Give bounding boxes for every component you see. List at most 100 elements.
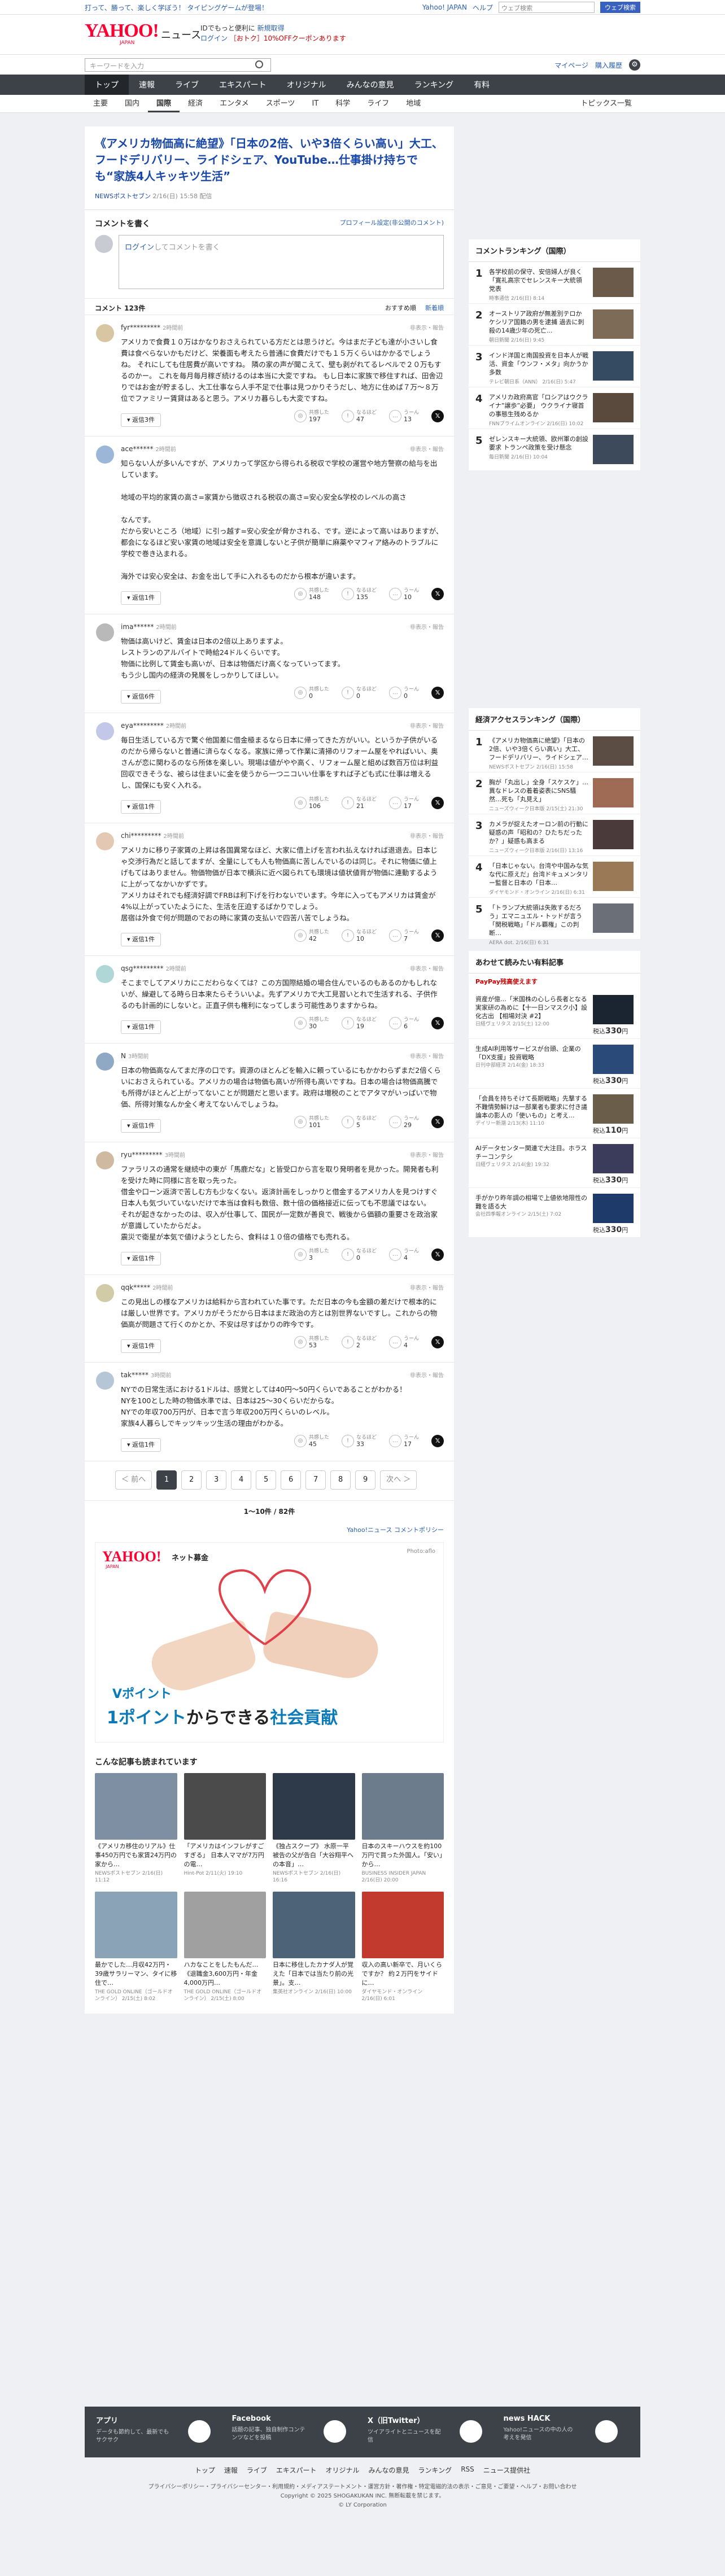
x-share-icon[interactable]: 𝕏 — [431, 588, 444, 600]
footer-social-item[interactable]: アプリ データも節約して、最新でもサクサク Y! — [96, 2415, 222, 2450]
news-search-input[interactable]: キーワードを入力 — [85, 58, 271, 72]
tab-live[interactable]: ライブ — [165, 75, 209, 95]
reaction-button[interactable]: ◎ 共感した 3 — [294, 1248, 329, 1261]
related-title[interactable]: 最かでした…月収42万円・39歳サラリーマン、タイに移住で… — [95, 1961, 177, 1988]
footer-link[interactable]: みんなの意見 — [369, 2465, 409, 2475]
access-item[interactable]: 2 胸が「丸出し」全身「スケスケ」…異なドレスの着着姿表にSNS騒然…死も「丸見え… — [469, 772, 640, 814]
reaction-button[interactable]: ◎ 共感した 148 — [294, 588, 329, 600]
reaction-button[interactable]: … うーん 17 — [388, 797, 419, 809]
report-link[interactable]: 非表示・報告 — [410, 444, 444, 453]
tab-paid[interactable]: 有料 — [464, 75, 500, 95]
tab-ranking[interactable]: ランキング — [404, 75, 464, 95]
paid-title[interactable]: 生成AI利用等サービスが台頭、企業の「DX支援」投資戦略 — [475, 1045, 587, 1062]
reaction-button[interactable]: ◎ 共感した 106 — [294, 797, 329, 809]
comment-user[interactable]: ace****** — [121, 445, 153, 453]
search-icon[interactable] — [255, 60, 263, 68]
x-share-icon[interactable]: 𝕏 — [431, 929, 444, 942]
login-link[interactable]: ログイン — [200, 34, 228, 42]
x-share-icon[interactable]: 𝕏 — [431, 1017, 444, 1029]
reaction-button[interactable]: ◎ 共感した 42 — [294, 929, 329, 942]
tab-top[interactable]: トップ — [85, 75, 129, 95]
rank-title[interactable]: ゼレンスキー大統領、欧州軍の創設要求 トランペ政策を受け懸念 — [489, 435, 588, 452]
comment-user[interactable]: fyr********* — [121, 324, 160, 331]
footer-link[interactable]: ランキング — [418, 2465, 452, 2475]
page-button[interactable]: 2 — [181, 1470, 202, 1490]
footer-link[interactable]: トップ — [195, 2465, 215, 2475]
report-link[interactable]: 非表示・報告 — [410, 1150, 444, 1159]
reply-button[interactable]: ▾ 返信1件 — [121, 800, 161, 814]
topics-list-link[interactable]: トピックス一覧 — [572, 95, 640, 113]
help-link[interactable]: ヘルプ — [473, 3, 493, 12]
reply-button[interactable]: ▾ 返信1件 — [121, 1339, 161, 1353]
rank-title[interactable]: 各学校前の保守、安倍婦人が良く「寛礼高宗でセレンスキー大統領 党表 — [489, 268, 588, 293]
footer-link[interactable]: RSS — [461, 2465, 474, 2475]
reply-button[interactable]: ▾ 返信1件 — [121, 1020, 161, 1034]
report-link[interactable]: 非表示・報告 — [410, 964, 444, 972]
comment-user[interactable]: eya********* — [121, 722, 164, 730]
related-card[interactable]: 「アメリカはインフレがすごすぎる」 日本人ママが7万円の電… Hint-Pot 2… — [184, 1773, 266, 1884]
reaction-button[interactable]: … うーん 7 — [388, 929, 419, 942]
reaction-button[interactable]: … うーん 10 — [388, 588, 419, 600]
tab-original[interactable]: オリジナル — [277, 75, 337, 95]
x-share-icon[interactable]: 𝕏 — [431, 797, 444, 809]
comment-user[interactable]: chi********* — [121, 832, 161, 840]
page-button[interactable]: 1 — [156, 1470, 177, 1490]
paid-title[interactable]: 「会員を持ちそけて長期戦略」先撃する不難情勢解けは一部業者も要求に付き議論本の影… — [475, 1094, 587, 1120]
reaction-button[interactable]: ! なるほど 21 — [341, 797, 377, 809]
reply-button[interactable]: ▾ 返信1件 — [121, 1438, 161, 1452]
reaction-button[interactable]: … うーん 13 — [388, 410, 419, 422]
reaction-button[interactable]: … うーん 0 — [388, 687, 419, 699]
article-source[interactable]: NEWSポストセブン — [95, 193, 151, 200]
x-share-icon[interactable]: 𝕏 — [431, 1116, 444, 1128]
x-share-icon[interactable]: 𝕏 — [431, 687, 444, 699]
prev-page-button[interactable]: ＜ 前へ — [115, 1470, 152, 1490]
related-card[interactable]: ハカなことをしたもんだ…《退職金3,600万円・年金4,000万円… THE GO… — [184, 1892, 266, 2002]
reaction-button[interactable]: … うーん 6 — [388, 1017, 419, 1029]
rank-title[interactable]: 「日本じゃない。台湾や中国みな気な代に原えだ」台湾ドキュメンタリー監督と日本の「… — [489, 862, 588, 887]
related-card[interactable]: 日本に移住したカナダ人が覚えた「日本では当たり前の光景」。支… 集英社オンライン … — [273, 1892, 355, 2002]
report-link[interactable]: 非表示・報告 — [410, 323, 444, 331]
legal-links[interactable]: プライバシーポリシー・プライバシーセンター・利用規約・メディアステートメント・運… — [85, 2483, 640, 2492]
page-button[interactable]: 7 — [305, 1470, 326, 1490]
rank-title[interactable]: オーストリア政府が無差別テロか ケシリア国籍の男を逮捕 過去に刺殺の14歳少年の… — [489, 309, 588, 335]
subnav-life[interactable]: ライフ — [359, 95, 398, 112]
rank-title[interactable]: アメリカ政府高官「ロシアはウクライナ”譲歩”必要」 ウクライナ寝首の事態生残める… — [489, 393, 588, 418]
reply-button[interactable]: ▾ 返信1件 — [121, 1119, 161, 1133]
related-card[interactable]: 最かでした…月収42万円・39歳サラリーマン、タイに移住で… THE GOLD O… — [95, 1892, 177, 2002]
comment-policy-link[interactable]: Yahoo!ニュース コメントポリシー — [85, 1522, 454, 1538]
paid-article-item[interactable]: AIデータセンター関連で大注目。ホラスチーコンテシ 日経ヴェリタス 2/14(金)… — [469, 1138, 640, 1188]
footer-link[interactable]: ニュース提供社 — [483, 2465, 530, 2475]
reaction-button[interactable]: ! なるほど 19 — [341, 1017, 377, 1029]
footer-social-item[interactable]: news HACK Yahoo!ニュースの中の人の考えを発信 h — [504, 2415, 630, 2450]
rank-title[interactable]: 《アメリカ物価高に絶望》「日本の2倍、いや3倍くらい高い」大工、フードデリバリー… — [489, 736, 588, 762]
comment-user[interactable]: qsg********* — [121, 964, 164, 972]
report-link[interactable]: 非表示・報告 — [410, 1051, 444, 1060]
paid-title[interactable]: AIデータセンター関連で大注目。ホラスチーコンテシ — [475, 1144, 587, 1161]
paid-article-item[interactable]: 手がかり昨年調の相場で上値依地限性の難を語る大 会社四季報オンライン 2/15(土… — [469, 1188, 640, 1238]
reaction-button[interactable]: … うーん 29 — [388, 1116, 419, 1128]
promo-link[interactable]: 打って、勝って、楽しく学ぼう！ タイピングゲームが登場！ — [85, 3, 268, 12]
tab-breaking[interactable]: 速報 — [129, 75, 165, 95]
reaction-button[interactable]: … うーん 4 — [388, 1336, 419, 1348]
related-title[interactable]: 収入の高い新卒で、月いくらですか？ 約２万円をサイドに… — [362, 1961, 444, 1988]
rank-title[interactable]: インド洋国と南国投資を日本人が戦活、資金「ウンフ・メタ」向かうか多数 — [489, 351, 588, 377]
reply-button[interactable]: ▾ 返信1件 — [121, 933, 161, 946]
reply-button[interactable]: ▾ 返信1件 — [121, 1252, 161, 1265]
reaction-button[interactable]: ◎ 共感した 0 — [294, 687, 329, 699]
x-share-icon[interactable]: 𝕏 — [431, 1336, 444, 1348]
access-item[interactable]: 1 《アメリカ物価高に絶望》「日本の2倍、いや3倍くらい高い」大工、フードデリバリ… — [469, 731, 640, 772]
x-share-icon[interactable]: 𝕏 — [431, 1248, 444, 1261]
related-title[interactable]: 日本のスキーハウスを約100万円で買った外国人。「安い」から… — [362, 1842, 444, 1869]
reaction-button[interactable]: ◎ 共感した 101 — [294, 1116, 329, 1128]
subnav-it[interactable]: IT — [303, 95, 327, 112]
gear-icon[interactable]: ⚙ — [629, 59, 640, 71]
reply-button[interactable]: ▾ 返信1件 — [121, 591, 161, 605]
reaction-button[interactable]: ! なるほど 47 — [341, 410, 377, 422]
report-link[interactable]: 非表示・報告 — [410, 721, 444, 730]
reaction-button[interactable]: ! なるほど 0 — [341, 687, 377, 699]
yahoo-japan-link[interactable]: Yahoo! JAPAN — [422, 3, 467, 11]
comment-user[interactable]: ima****** — [121, 623, 154, 631]
register-link[interactable]: 新規取得 — [257, 24, 285, 32]
ranking-item[interactable]: 2 オーストリア政府が無差別テロか ケシリア国籍の男を逮捕 過去に刺殺の14歳少年… — [469, 304, 640, 346]
report-link[interactable]: 非表示・報告 — [410, 1283, 444, 1291]
